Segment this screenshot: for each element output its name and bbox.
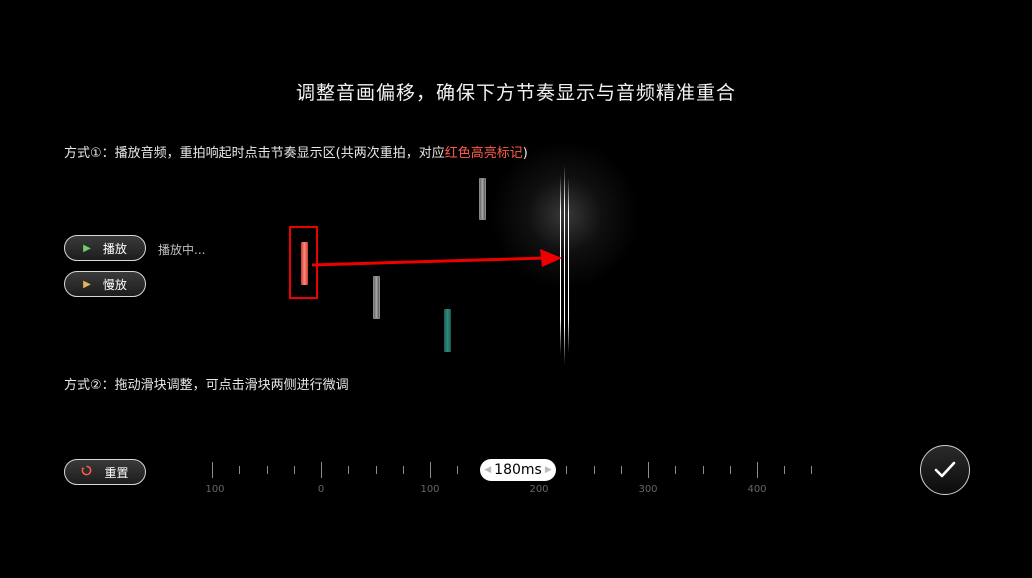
ruler-label: 200	[529, 484, 549, 495]
ruler-tick	[675, 466, 676, 474]
ruler-tick	[757, 462, 758, 478]
ruler-tick	[212, 462, 213, 478]
increase-arrow-icon[interactable]: ▶	[545, 465, 552, 475]
ruler-tick	[430, 462, 431, 478]
ruler-tick	[730, 466, 731, 474]
ruler-tick	[294, 466, 295, 474]
reset-button-label: 重置	[104, 465, 129, 480]
ruler-tick	[403, 466, 404, 474]
ruler-label: 100	[205, 484, 225, 495]
ruler-tick	[594, 466, 595, 474]
slider-value: 180ms	[494, 462, 542, 478]
ruler-tick	[566, 466, 567, 474]
ruler-label: 400	[747, 484, 767, 495]
ruler-tick	[621, 466, 622, 474]
ruler-tick	[811, 466, 812, 474]
ruler-tick	[239, 466, 240, 474]
reset-icon	[81, 465, 92, 479]
slider-thumb[interactable]: ◀ 180ms ▶	[480, 459, 556, 481]
ruler-label: 300	[638, 484, 658, 495]
confirm-button[interactable]	[920, 445, 970, 495]
decrease-arrow-icon[interactable]: ◀	[484, 465, 491, 475]
ruler-label: 100	[420, 484, 440, 495]
ruler-tick	[376, 466, 377, 474]
reset-button[interactable]: 重置	[64, 459, 146, 485]
ruler-label: 0	[317, 484, 325, 495]
ruler-tick	[348, 466, 349, 474]
method2-instruction: 方式②：拖动滑块调整，可点击滑块两侧进行微调	[64, 378, 349, 393]
ruler-tick	[267, 466, 268, 474]
checkmark-icon	[934, 461, 956, 478]
ruler-tick	[321, 462, 322, 478]
ruler-tick	[648, 462, 649, 478]
ruler-tick	[703, 466, 704, 474]
ruler-tick	[457, 466, 458, 474]
ruler-tick	[784, 466, 785, 474]
